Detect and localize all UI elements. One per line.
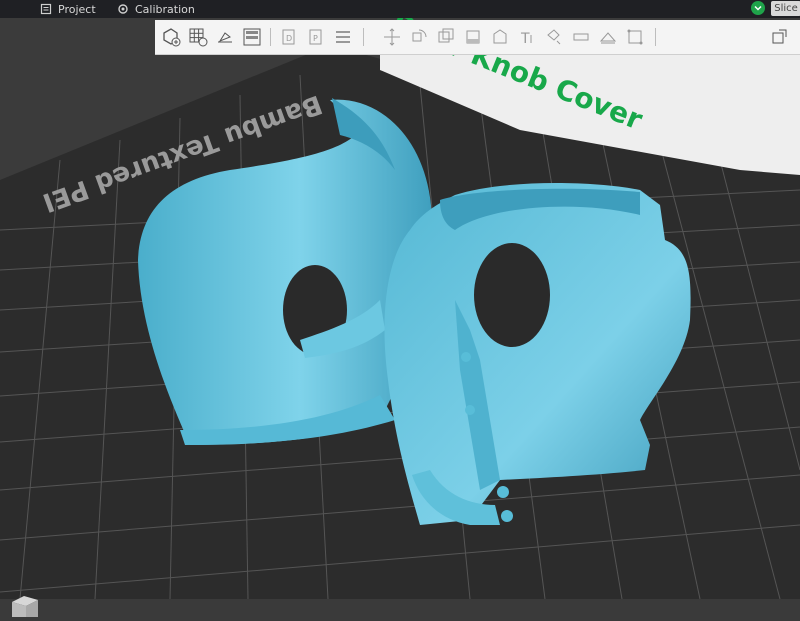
list-button[interactable]	[331, 25, 355, 49]
text-button[interactable]: T	[515, 25, 539, 49]
scale-button[interactable]	[434, 25, 458, 49]
slice-dropdown-toggle[interactable]	[751, 1, 765, 15]
text-icon: T	[520, 31, 532, 47]
paint-button[interactable]	[542, 25, 566, 49]
place-on-face-button[interactable]	[461, 25, 485, 49]
svg-text:D: D	[286, 34, 292, 43]
slice-button[interactable]: Slice	[771, 1, 800, 16]
cut-icon	[493, 29, 507, 44]
emboss-icon	[599, 32, 617, 44]
rotate-button[interactable]	[407, 25, 431, 49]
assembly-icon	[772, 29, 787, 44]
svg-text:P: P	[313, 34, 318, 43]
scale-icon	[438, 28, 454, 43]
auto-orient-icon	[218, 32, 232, 43]
main-toolbar: D P T	[155, 20, 800, 55]
assembly-button[interactable]	[768, 25, 792, 49]
list-icon	[336, 31, 350, 43]
build-plate-scene[interactable]: Bambu Textured PEI Door Knob Cover	[0, 6, 800, 600]
tab-project[interactable]: Project	[36, 0, 100, 18]
measure-button[interactable]	[623, 25, 647, 49]
chevron-down-icon	[754, 5, 762, 11]
paint-icon	[547, 29, 561, 45]
3d-viewport[interactable]: Bambu Textured PEI Door Knob Cover	[0, 6, 800, 617]
arrange-button[interactable]	[186, 25, 210, 49]
paste-button[interactable]: P	[304, 25, 328, 49]
move-button[interactable]	[380, 25, 404, 49]
copy-icon: D	[282, 29, 295, 45]
place-on-face-icon	[466, 30, 480, 44]
svg-text:T: T	[520, 31, 530, 47]
view-cube-icon	[12, 596, 38, 617]
layout-icon	[243, 28, 261, 46]
copy-button[interactable]: D	[277, 25, 301, 49]
seam-icon	[573, 33, 589, 41]
add-object-button[interactable]	[159, 25, 183, 49]
paste-icon: P	[309, 29, 322, 45]
add-object-icon	[163, 28, 181, 47]
calibration-icon	[117, 3, 129, 15]
tab-calibration-label: Calibration	[135, 2, 195, 16]
move-icon	[384, 28, 400, 46]
rotate-icon	[412, 29, 427, 42]
layout-button[interactable]	[240, 25, 264, 49]
emboss-button[interactable]	[596, 25, 620, 49]
measure-icon	[627, 29, 643, 45]
auto-orient-button[interactable]	[213, 25, 237, 49]
arrange-grid-icon	[189, 28, 208, 47]
seam-button[interactable]	[569, 25, 593, 49]
tab-project-label: Project	[58, 2, 96, 16]
project-icon	[40, 3, 52, 15]
cut-button[interactable]	[488, 25, 512, 49]
tab-calibration[interactable]: Calibration	[113, 0, 199, 18]
view-cube[interactable]	[8, 592, 42, 617]
top-bar: Project Calibration Slice	[0, 0, 800, 18]
